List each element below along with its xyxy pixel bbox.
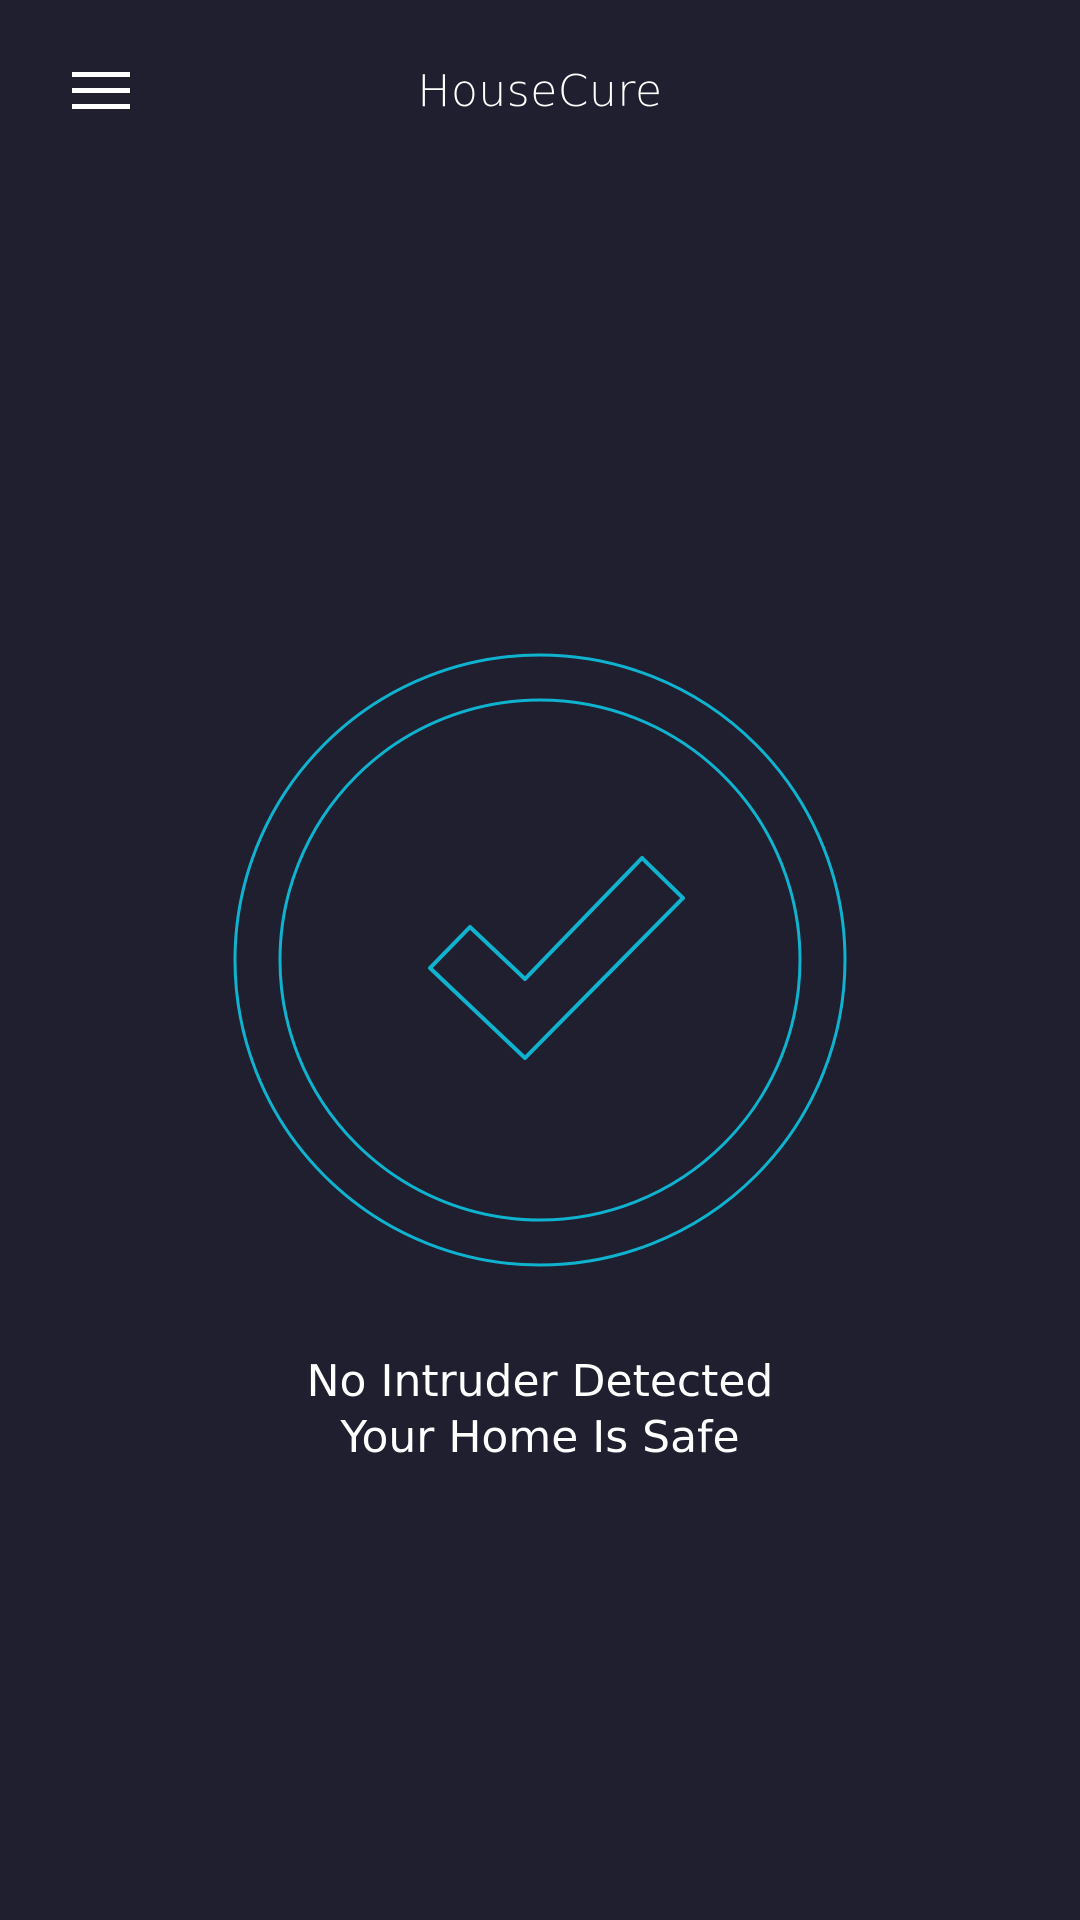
status-subtitle: Your Home Is Safe — [340, 1412, 740, 1463]
status-message: No Intruder Detected Your Home Is Safe — [0, 1354, 1080, 1466]
checkmark-icon — [428, 856, 685, 1060]
app-title: HouseCure — [417, 66, 663, 117]
outer-ring — [233, 653, 847, 1267]
inner-ring — [278, 698, 802, 1222]
status-title: No Intruder Detected — [306, 1356, 774, 1407]
status-graphic — [230, 650, 850, 1270]
app-header: HouseCure — [0, 0, 1080, 184]
